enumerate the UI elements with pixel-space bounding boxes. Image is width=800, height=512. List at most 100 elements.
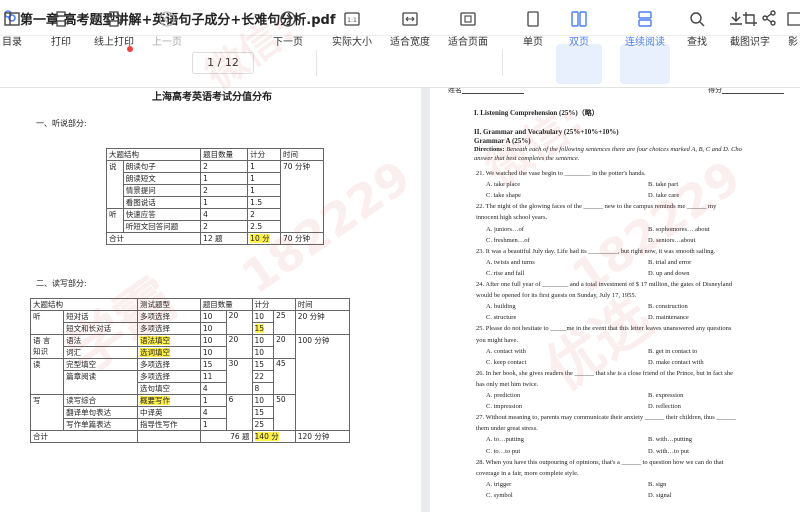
answer-option: D. take care xyxy=(648,192,680,200)
printer-icon xyxy=(53,11,69,27)
section-heading: 二、读写部分: xyxy=(36,279,87,288)
answer-option: B. expression xyxy=(648,392,684,399)
left-page: 上海高考英语考试分值分布 一、听说部分: 大题结构 题目数量 计分 时间 说朗读句子 2… xyxy=(0,88,421,512)
page-number-input[interactable]: 1 / 12 xyxy=(192,52,254,74)
arrow-left-circle-icon xyxy=(159,11,175,27)
table-cell: 20 xyxy=(273,334,296,359)
answer-option: C. to…to put xyxy=(486,447,521,455)
table-cell: 50 xyxy=(273,394,296,431)
single-page-label: 单页 xyxy=(523,37,543,48)
more-icon xyxy=(787,12,800,26)
directions-text-2: answer that best completes the sentence. xyxy=(474,155,580,162)
continuous-read-icon xyxy=(638,11,652,27)
search-button[interactable]: 查找 xyxy=(684,10,710,50)
answer-option: B. take part xyxy=(648,181,679,189)
question-text: 21. We watched the vase begin to _______… xyxy=(476,170,646,177)
row-group-label: 知识 xyxy=(33,347,48,356)
table-cell: 120 分钟 xyxy=(294,430,351,443)
table-cell: 合计 xyxy=(30,430,138,443)
fit-width-button[interactable]: 适合宽度 xyxy=(388,10,432,50)
score-field-label: 得分 xyxy=(708,88,722,94)
screenshot-ocr-button[interactable]: 截图识字 xyxy=(728,10,772,50)
page-separator: / xyxy=(217,56,222,69)
more-button[interactable]: 影 xyxy=(786,10,800,50)
double-page-button[interactable]: 双页 xyxy=(564,10,594,50)
search-label: 查找 xyxy=(687,37,707,48)
table-cell: 听 xyxy=(106,208,124,233)
table-cell: 2.5 xyxy=(247,220,282,233)
table-cell: 12 题 xyxy=(200,232,249,245)
part-heading: II. Grammar and Vocabulary (25%+10%+10%) xyxy=(474,128,619,136)
table-cell: 2 xyxy=(200,184,249,197)
cloud-printer-icon xyxy=(106,11,122,27)
table-cell: 指导性写作 xyxy=(137,418,201,431)
sidebar-icon xyxy=(4,12,20,26)
question-text: you might have. xyxy=(476,336,519,344)
answer-option: A. trigger xyxy=(486,480,512,488)
table-cell: 短对话 xyxy=(63,310,138,323)
table-cell: 1 xyxy=(200,196,249,209)
question-text: 24. After one full year of ________ and … xyxy=(476,281,732,288)
answer-option: A. contact with xyxy=(486,347,526,355)
table-cell: 合计 xyxy=(105,232,202,245)
listening-speaking-table: 大题结构 题目数量 计分 时间 说朗读句子 2 1 70 分钟 朗读短文 1 1 情景提问 2 1 … xyxy=(105,148,324,245)
fit-width-icon xyxy=(402,12,418,26)
answer-option: B. construction xyxy=(648,303,688,311)
name-blank xyxy=(462,93,524,94)
table-cell: 写 xyxy=(29,394,65,431)
more-label: 影 xyxy=(788,37,798,48)
single-page-button[interactable]: 单页 xyxy=(518,10,548,50)
online-print-button[interactable]: 线上打印 xyxy=(94,10,134,50)
table-cell: 说 xyxy=(106,160,124,209)
table-header: 时间 xyxy=(280,148,324,161)
table-cell: 读写综合 xyxy=(63,394,138,407)
actual-size-button[interactable]: 1:1 实际大小 xyxy=(330,10,374,50)
directions-body: Beneath each of the following sentences … xyxy=(506,146,742,153)
online-print-label: 线上打印 xyxy=(94,37,134,48)
table-cell: 多项选择 xyxy=(137,370,201,383)
screenshot-ocr-label: 截图识字 xyxy=(730,37,770,48)
table-cell: 15 xyxy=(199,358,227,371)
continuous-read-button[interactable]: 连续阅读 xyxy=(624,10,666,50)
table-cell: 25 xyxy=(273,310,296,335)
table-cell: 10 xyxy=(199,346,227,359)
table-cell: 140 分 xyxy=(251,430,296,443)
table-cell: 短文和长对话 xyxy=(63,322,138,335)
answer-option: C. keep contact xyxy=(486,358,527,366)
next-page-button[interactable]: 下一页 xyxy=(273,10,303,50)
section-heading: 一、听说部分: xyxy=(36,119,87,128)
table-cell: 语 言知识 xyxy=(29,334,65,359)
actual-size-label: 实际大小 xyxy=(332,37,372,48)
table-cell: 1 xyxy=(199,394,227,407)
answer-option: D. make contact with xyxy=(648,358,704,366)
table-cell: 30 xyxy=(225,358,253,395)
toc-button[interactable]: 目录 xyxy=(0,10,24,50)
table-header: 时间 xyxy=(294,298,351,311)
sub-heading: Grammar A (25%) xyxy=(474,137,531,145)
highlighted-score: 10 分 xyxy=(250,234,270,243)
print-button[interactable]: 打印 xyxy=(48,10,74,50)
answer-option: A. juniors…of xyxy=(486,225,524,233)
table-cell: 15 xyxy=(251,322,275,335)
answer-option: D. signal xyxy=(648,491,672,499)
right-page: 姓名 得分 I. Listening Comprehension (25%)（略… xyxy=(430,88,800,512)
table-cell: 11 xyxy=(199,370,227,383)
table-header: 计分 xyxy=(247,148,282,161)
prev-page-button[interactable]: 上一页 xyxy=(152,10,182,50)
toolbar-divider xyxy=(316,50,317,76)
table-cell: 70 分钟 xyxy=(280,160,324,233)
table-cell: 1 xyxy=(200,172,249,185)
total-pages: 12 xyxy=(224,56,239,69)
answer-option: C. symbol xyxy=(486,491,513,499)
table-cell: 8 xyxy=(251,382,275,395)
fit-page-button[interactable]: 适合页面 xyxy=(446,10,490,50)
highlighted-type: 选词填空 xyxy=(140,348,170,357)
question-text: 28. When you have this outpouring of opi… xyxy=(476,458,724,466)
answer-option: A. to…putting xyxy=(486,436,524,444)
part-heading: I. Listening Comprehension (25%)（略） xyxy=(474,109,599,117)
table-cell: 4 xyxy=(199,382,227,395)
table-header: 大题结构 xyxy=(30,298,138,311)
table-header: 大题结构 xyxy=(105,148,202,161)
question-text: would be opened for its first guests on … xyxy=(476,292,637,300)
table-cell: 20 xyxy=(225,310,253,335)
